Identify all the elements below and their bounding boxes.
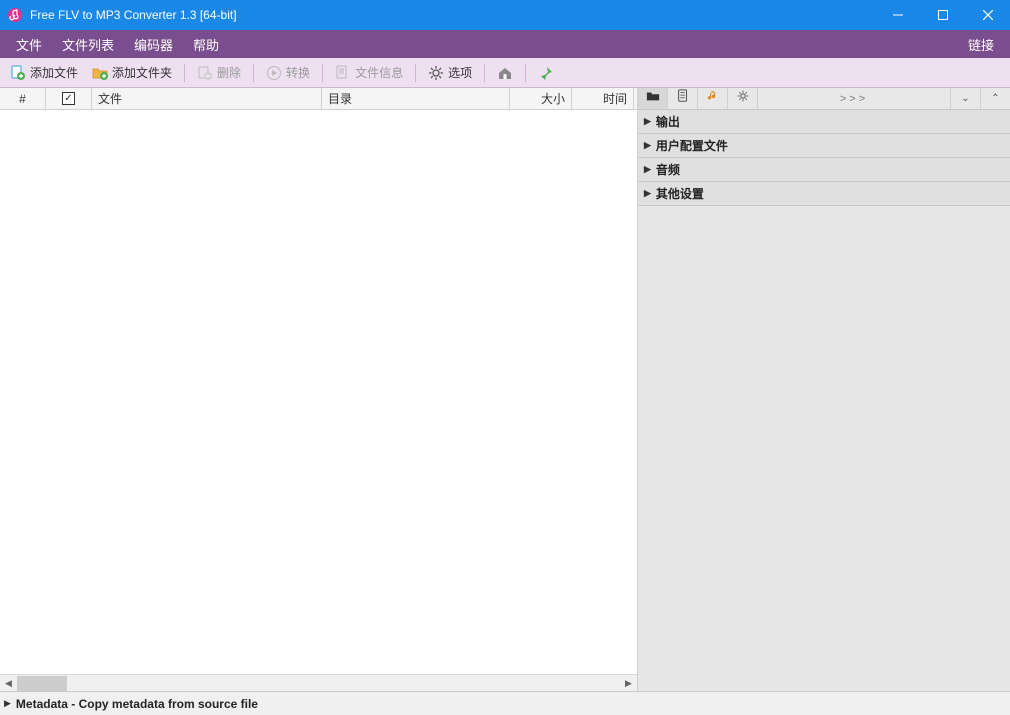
tab-document[interactable] — [668, 88, 698, 109]
group-label: 输出 — [656, 113, 680, 130]
home-button[interactable] — [491, 62, 519, 84]
tab-audio[interactable] — [698, 88, 728, 109]
window-title: Free FLV to MP3 Converter 1.3 [64-bit] — [30, 8, 875, 22]
grid-header: # ✓ 文件 目录 大小 时间 — [0, 88, 637, 110]
checkbox-icon: ✓ — [62, 92, 75, 105]
menu-link[interactable]: 链接 — [958, 31, 1004, 58]
pin-icon — [538, 65, 554, 81]
group-output[interactable]: ▶ 输出 — [638, 110, 1010, 134]
group-label: 其他设置 — [656, 185, 704, 202]
menu-help[interactable]: 帮助 — [183, 31, 229, 58]
expand-all-button[interactable]: ⌃ — [980, 88, 1010, 109]
minimize-button[interactable] — [875, 0, 920, 30]
add-file-icon — [10, 65, 26, 81]
music-note-icon — [706, 89, 720, 108]
scroll-left-arrow[interactable]: ◀ — [0, 675, 17, 692]
file-grid-pane: # ✓ 文件 目录 大小 时间 ◀ ▶ — [0, 88, 638, 691]
properties-more[interactable]: >>> — [758, 93, 950, 105]
close-button[interactable] — [965, 0, 1010, 30]
add-folder-label: 添加文件夹 — [112, 64, 172, 81]
tab-settings[interactable] — [728, 88, 758, 109]
chevron-down-icon: ⌄ — [961, 93, 969, 104]
chevron-up-icon: ⌃ — [991, 93, 999, 104]
triangle-right-icon: ▶ — [644, 164, 651, 175]
options-button[interactable]: 选项 — [422, 61, 478, 84]
convert-button[interactable]: 转换 — [260, 61, 316, 84]
group-other[interactable]: ▶ 其他设置 — [638, 182, 1010, 206]
convert-label: 转换 — [286, 64, 310, 81]
properties-body: ▶ 输出 ▶ 用户配置文件 ▶ 音频 ▶ 其他设置 — [638, 110, 1010, 691]
info-icon — [335, 65, 351, 81]
column-header-size[interactable]: 大小 — [510, 88, 572, 109]
grid-body[interactable] — [0, 110, 637, 674]
gear-icon — [428, 65, 444, 81]
group-label: 用户配置文件 — [656, 137, 728, 154]
menu-filelist[interactable]: 文件列表 — [52, 31, 124, 58]
triangle-right-icon: ▶ — [644, 116, 651, 127]
home-icon — [497, 65, 513, 81]
folder-icon — [646, 89, 660, 108]
properties-pane: >>> ⌄ ⌃ ▶ 输出 ▶ 用户配置文件 ▶ 音频 ▶ 其他设置 — [638, 88, 1010, 691]
maximize-button[interactable] — [920, 0, 965, 30]
menubar: 文件 文件列表 编码器 帮助 链接 — [0, 30, 1010, 58]
workarea: # ✓ 文件 目录 大小 时间 ◀ ▶ — [0, 88, 1010, 691]
group-audio[interactable]: ▶ 音频 — [638, 158, 1010, 182]
column-header-check[interactable]: ✓ — [46, 88, 92, 109]
add-file-button[interactable]: 添加文件 — [4, 61, 84, 84]
file-info-label: 文件信息 — [355, 64, 403, 81]
statusbar: ▶ Metadata - Copy metadata from source f… — [0, 691, 1010, 715]
column-header-dir[interactable]: 目录 — [322, 88, 510, 109]
document-icon — [676, 89, 690, 108]
menu-file[interactable]: 文件 — [6, 31, 52, 58]
delete-label: 删除 — [217, 64, 241, 81]
collapse-all-button[interactable]: ⌄ — [950, 88, 980, 109]
column-header-file[interactable]: 文件 — [92, 88, 322, 109]
tab-folder[interactable] — [638, 88, 668, 109]
triangle-right-icon: ▶ — [644, 188, 651, 199]
horizontal-scrollbar[interactable]: ◀ ▶ — [0, 674, 637, 691]
group-label: 音频 — [656, 161, 680, 178]
triangle-right-icon: ▶ — [4, 698, 11, 709]
add-folder-icon — [92, 65, 108, 81]
column-header-index[interactable]: # — [0, 88, 46, 109]
pin-button[interactable] — [532, 62, 560, 84]
delete-icon — [197, 65, 213, 81]
file-info-button[interactable]: 文件信息 — [329, 61, 409, 84]
triangle-right-icon: ▶ — [644, 140, 651, 151]
add-file-label: 添加文件 — [30, 64, 78, 81]
play-icon — [266, 65, 282, 81]
toolbar: 添加文件 添加文件夹 删除 转换 文件信息 选项 — [0, 58, 1010, 88]
group-user-profile[interactable]: ▶ 用户配置文件 — [638, 134, 1010, 158]
delete-button[interactable]: 删除 — [191, 61, 247, 84]
properties-toolbar: >>> ⌄ ⌃ — [638, 88, 1010, 110]
scroll-right-arrow[interactable]: ▶ — [620, 675, 637, 692]
app-icon — [7, 7, 23, 23]
options-label: 选项 — [448, 64, 472, 81]
menu-encoder[interactable]: 编码器 — [124, 31, 183, 58]
status-text: Metadata - Copy metadata from source fil… — [16, 697, 258, 711]
column-header-time[interactable]: 时间 — [572, 88, 634, 109]
titlebar: Free FLV to MP3 Converter 1.3 [64-bit] — [0, 0, 1010, 30]
add-folder-button[interactable]: 添加文件夹 — [86, 61, 178, 84]
gear-icon — [736, 89, 750, 108]
scroll-thumb[interactable] — [17, 676, 67, 691]
